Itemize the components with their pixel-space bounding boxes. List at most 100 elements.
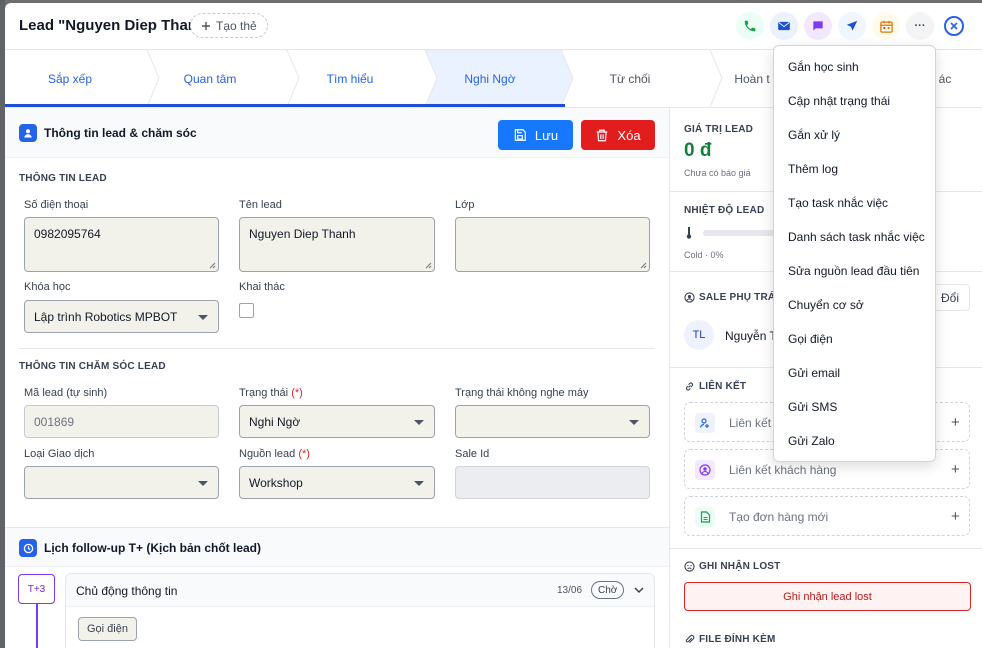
transaction-select[interactable]: [24, 466, 219, 499]
calendar-icon[interactable]: [872, 12, 900, 40]
links-label: LIÊN KẾT: [684, 381, 746, 392]
exploit-checkbox[interactable]: [239, 303, 254, 318]
link-label: Liên kết khách hàng: [729, 463, 837, 477]
link-icon: [685, 382, 694, 391]
chevron-down-icon: [414, 481, 424, 486]
source-value: Workshop: [249, 475, 303, 490]
plus-icon: +: [951, 508, 960, 525]
menu-item-update-status[interactable]: Cập nhật trạng thái: [788, 94, 890, 108]
change-sale-button[interactable]: Đổi: [932, 284, 970, 311]
menu-item-task-list[interactable]: Danh sách task nhắc việc: [788, 230, 925, 244]
save-button[interactable]: Lưu: [498, 120, 573, 150]
more-label: ···: [914, 20, 926, 32]
stage-nghi-ngo[interactable]: Nghi Ngờ: [430, 50, 550, 107]
menu-item-transfer-branch[interactable]: Chuyển cơ sở: [788, 298, 864, 312]
followup-section-header: Lịch follow-up T+ (Kịch bản chốt lead): [5, 527, 669, 567]
lead-form-panel: Thông tin lead & chăm sóc Lưu Xóa THÔNG …: [5, 108, 669, 648]
menu-item-send-email[interactable]: Gửi email: [788, 366, 840, 380]
stage-tim-hieu[interactable]: Tìm hiểu: [290, 50, 410, 107]
lead-name-label: Tên lead: [239, 199, 282, 211]
chevron-down-icon[interactable]: [634, 585, 644, 595]
resize-grip-icon: [209, 262, 216, 269]
lost-section-label-text: GHI NHẬN LOST: [699, 561, 781, 572]
required-mark: (*): [298, 448, 310, 460]
menu-item-send-zalo[interactable]: Gửi Zalo: [788, 434, 835, 448]
add-tag-button[interactable]: Tạo thẻ: [190, 13, 268, 38]
stage-label: Sắp xếp: [47, 71, 93, 86]
more-actions-menu: Gắn học sinh Cập nhật trạng thái Gắn xử …: [773, 45, 936, 462]
attachments-label: FILE ĐÍNH KÈM: [684, 634, 776, 645]
mail-icon[interactable]: [770, 12, 798, 40]
menu-item-create-task[interactable]: Tạo task nhắc việc: [788, 196, 888, 210]
resize-grip-icon: [425, 262, 432, 269]
lead-info-title: THÔNG TIN LEAD: [19, 173, 107, 184]
sale-id-field: [455, 466, 650, 499]
stage-quan-tam[interactable]: Quan tâm: [150, 50, 270, 107]
chevron-down-icon: [198, 315, 208, 320]
call-action-button[interactable]: Gọi điện: [78, 617, 137, 641]
status-label-text: Trạng thái: [239, 387, 289, 399]
paperclip-icon: [685, 634, 695, 644]
close-icon[interactable]: [944, 16, 964, 36]
course-value: Lập trình Robotics MPBOT: [34, 309, 178, 324]
user-icon: [19, 124, 37, 142]
chevron-down-icon: [198, 481, 208, 486]
chevron-down-icon: [414, 420, 424, 425]
links-label-text: LIÊN KẾT: [699, 381, 747, 392]
more-icon[interactable]: ···: [906, 12, 934, 40]
add-tag-label: Tạo thẻ: [216, 18, 257, 33]
status-select[interactable]: Nghi Ngờ: [239, 405, 435, 438]
followup-card-header[interactable]: Chủ động thông tin 13/06 Chờ: [66, 574, 654, 607]
attachments-label-text: FILE ĐÍNH KÈM: [699, 634, 776, 645]
source-select[interactable]: Workshop: [239, 466, 435, 499]
form-section-header: Thông tin lead & chăm sóc Lưu Xóa: [5, 108, 669, 158]
section-divider: [19, 348, 655, 349]
chat-icon[interactable]: [804, 12, 832, 40]
no-answer-label: Trạng thái không nghe máy: [455, 387, 589, 399]
menu-item-assign-student[interactable]: Gắn học sinh: [788, 60, 859, 74]
stage-label: Hoàn t: [734, 71, 770, 86]
lead-value: 0 đ: [684, 140, 712, 161]
stage-sap-xep[interactable]: Sắp xếp: [10, 50, 130, 107]
exploit-label: Khai thác: [239, 281, 285, 293]
stage-progress-bar: [5, 104, 565, 107]
create-order-item[interactable]: Tạo đơn hàng mới +: [684, 496, 970, 536]
course-label: Khóa học: [24, 281, 71, 293]
required-mark: (*): [291, 387, 303, 399]
stage-hoan-thanh[interactable]: Hoàn t: [727, 50, 777, 107]
clock-icon: [19, 539, 37, 557]
lead-title: Lead "Nguyen Diep Thanh": [19, 17, 214, 34]
class-field[interactable]: [455, 217, 650, 272]
menu-item-call[interactable]: Gọi điện: [788, 332, 833, 346]
status-label: Trạng thái (*): [239, 387, 303, 399]
course-select[interactable]: Lập trình Robotics MPBOT: [24, 300, 219, 333]
followup-card-title: Chủ động thông tin: [76, 584, 178, 598]
menu-item-send-sms[interactable]: Gửi SMS: [788, 400, 837, 414]
phone-field[interactable]: 0982095764: [24, 217, 219, 272]
menu-item-assign-handler[interactable]: Gắn xử lý: [788, 128, 840, 142]
sad-face-icon: [684, 561, 695, 572]
status-value: Nghi Ngờ: [249, 414, 301, 429]
phone-label: Số điện thoại: [24, 199, 89, 211]
lead-code-field: 001869: [24, 405, 219, 438]
document-icon: [695, 507, 715, 527]
delete-button[interactable]: Xóa: [581, 120, 655, 150]
source-label: Nguồn lead (*): [239, 448, 310, 460]
heat-label: NHIỆT ĐỘ LEAD: [684, 205, 765, 216]
lead-code-value: 001869: [34, 414, 75, 429]
mark-lost-button[interactable]: Ghi nhận lead lost: [684, 582, 971, 611]
chevron-down-icon: [629, 420, 639, 425]
menu-item-add-log[interactable]: Thêm log: [788, 162, 838, 176]
stage-label: Quan tâm: [183, 71, 237, 86]
avatar: TL: [684, 320, 714, 350]
stage-tu-choi[interactable]: Từ chối: [570, 50, 690, 107]
lead-name-field[interactable]: Nguyen Diep Thanh: [239, 217, 435, 272]
user-link-icon: [695, 413, 715, 433]
thermometer-icon: [686, 227, 692, 239]
send-icon[interactable]: [838, 12, 866, 40]
followup-title: Lịch follow-up T+ (Kịch bản chốt lead): [44, 541, 261, 555]
no-answer-select[interactable]: [455, 405, 650, 438]
customer-icon: [695, 460, 715, 480]
menu-item-edit-source[interactable]: Sửa nguồn lead đầu tiên: [788, 264, 919, 278]
phone-icon[interactable]: [736, 12, 764, 40]
